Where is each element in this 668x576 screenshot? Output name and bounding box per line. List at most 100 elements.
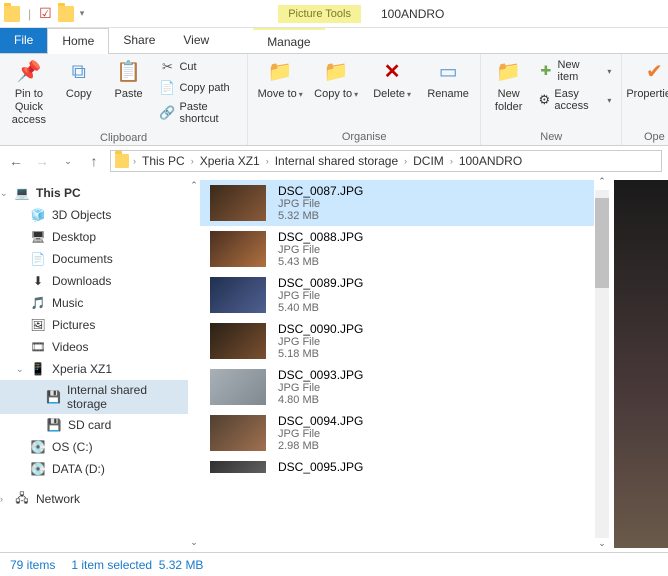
move-to-button[interactable]: 📁 Move to▾ [254,56,306,103]
breadcrumb-item[interactable]: 100ANDRO [457,154,524,168]
file-size: 2.98 MB [278,440,363,452]
breadcrumb-sep[interactable]: › [450,156,453,166]
up-button[interactable]: ↑ [84,151,104,171]
tree-scrollbar[interactable]: ⌃⌄ [188,176,200,552]
tree-item-label: Music [52,296,83,310]
pin-icon: 📌 [15,58,43,86]
tab-share[interactable]: Share [109,28,169,53]
tab-view[interactable]: View [169,28,223,53]
address-bar[interactable]: › This PC › Xperia XZ1 › Internal shared… [110,150,662,172]
copy-path-icon: 📄 [159,80,175,96]
file-size: 5.40 MB [278,302,363,314]
music-icon: 🎵 [30,295,46,311]
breadcrumb-sep[interactable]: › [266,156,269,166]
expand-icon[interactable]: › [0,494,3,504]
file-item[interactable]: DSC_0093.JPGJPG File4.80 MB [200,364,594,410]
copy-to-button[interactable]: 📁 Copy to▾ [310,56,362,103]
rename-button[interactable]: ▭ Rename [422,56,474,103]
new-folder-button[interactable]: 📁 New folder [487,56,530,116]
delete-button[interactable]: ✕ Delete▾ [366,56,418,103]
tree-network[interactable]: ›🖧Network [0,488,188,510]
tab-home[interactable]: Home [47,28,109,54]
tab-file[interactable]: File [0,28,47,53]
paste-shortcut-icon: 🔗 [159,105,175,121]
breadcrumb-sep[interactable]: › [133,156,136,166]
properties-button[interactable]: ✔ Properties▾ [628,56,668,103]
copy-path-button[interactable]: 📄Copy path [155,79,241,97]
expand-icon[interactable]: ⌄ [16,364,24,375]
paste-label: Paste [115,88,143,101]
tree-item[interactable]: 🎞Videos [0,336,188,358]
file-item[interactable]: DSC_0087.JPGJPG File5.32 MB [200,180,594,226]
tree-this-pc[interactable]: ⌄💻This PC [0,182,188,204]
file-name: DSC_0089.JPG [278,276,363,290]
status-item-count: 79 items [10,558,55,572]
file-item[interactable]: DSC_0089.JPGJPG File5.40 MB [200,272,594,318]
group-label: Ope [628,129,668,145]
copy-button[interactable]: ⧉ Copy [56,56,102,103]
copy-label: Copy [66,88,92,101]
file-item[interactable]: DSC_0090.JPGJPG File5.18 MB [200,318,594,364]
breadcrumb-item[interactable]: Internal shared storage [273,154,400,168]
file-item[interactable]: DSC_0094.JPGJPG File2.98 MB [200,410,594,456]
tree-item[interactable]: 💾SD card [0,414,188,436]
qat-separator: | [28,7,31,21]
easy-access-icon: ⚙ [538,92,550,108]
tree-item[interactable]: 📄Documents [0,248,188,270]
scroll-down-icon[interactable]: ⌄ [598,538,606,552]
breadcrumb-sep[interactable]: › [191,156,194,166]
file-thumbnail [210,277,266,313]
recent-locations-button[interactable]: ⌄ [58,151,78,171]
disk-icon: 💽 [30,439,46,455]
easy-access-button[interactable]: ⚙Easy access▾ [534,87,615,113]
paste-shortcut-button[interactable]: 🔗Paste shortcut [155,100,241,126]
qat-properties-icon[interactable]: ☑ [39,5,52,22]
scroll-thumb[interactable] [595,198,609,288]
expand-icon[interactable]: ⌄ [0,188,8,199]
move-to-icon: 📁 [266,58,294,86]
desktop-icon: 🖥 [30,229,46,245]
scroll-down-icon[interactable]: ⌄ [190,537,198,548]
qat-dropdown-icon[interactable]: ▾ [80,8,85,19]
tree-item[interactable]: 🖥Desktop [0,226,188,248]
quick-access-toolbar: | ☑ ▾ [0,5,88,22]
breadcrumb-item[interactable]: DCIM [411,154,446,168]
file-list-scrollbar[interactable]: ⌃ ⌄ [594,176,610,552]
tree-item-label: Downloads [52,274,111,288]
copy-to-icon: 📁 [322,58,350,86]
breadcrumb-item[interactable]: This PC [140,154,187,168]
scroll-up-icon[interactable]: ⌃ [598,176,606,190]
new-item-button[interactable]: ✚New item▾ [534,58,615,84]
scroll-up-icon[interactable]: ⌃ [190,180,198,191]
new-item-icon: ✚ [538,63,553,79]
tree-item[interactable]: 💽OS (C:) [0,436,188,458]
file-item[interactable]: DSC_0088.JPGJPG File5.43 MB [200,226,594,272]
ribbon: 📌 Pin to Quick access ⧉ Copy 📋 Paste ✂Cu… [0,54,668,146]
tree-item[interactable]: 💽DATA (D:) [0,458,188,480]
paste-button[interactable]: 📋 Paste [106,56,152,103]
tab-manage[interactable]: Manage [253,28,324,53]
tree-item[interactable]: ⌄📱Xperia XZ1 [0,358,188,380]
cut-button[interactable]: ✂Cut [155,58,241,76]
back-button[interactable]: ← [6,151,26,171]
titlebar: | ☑ ▾ Picture Tools 100ANDRO [0,0,668,28]
down-icon: ⬇ [30,273,46,289]
tree-item[interactable]: 🖼Pictures [0,314,188,336]
navigation-tree: ⌄💻This PC 🧊3D Objects🖥Desktop📄Documents⬇… [0,176,188,552]
file-type: JPG File [278,244,363,256]
breadcrumb-item[interactable]: Xperia XZ1 [198,154,262,168]
tree-item[interactable]: 💾Internal shared storage [0,380,188,414]
tree-item[interactable]: 🧊3D Objects [0,204,188,226]
file-thumbnail [210,369,266,405]
tree-item[interactable]: ⬇ Downloads [0,270,188,292]
pin-to-quick-access-button[interactable]: 📌 Pin to Quick access [6,56,52,130]
sd-icon: 💾 [46,417,62,433]
scroll-track[interactable] [595,190,609,538]
tree-item[interactable]: 🎵 Music [0,292,188,314]
file-meta: DSC_0093.JPGJPG File4.80 MB [278,368,363,406]
qat-newfolder-icon[interactable] [58,6,74,22]
breadcrumb-sep[interactable]: › [404,156,407,166]
file-item[interactable]: DSC_0095.JPG [200,456,594,478]
pic-icon: 🖼 [30,317,46,333]
paste-icon: 📋 [115,58,143,86]
